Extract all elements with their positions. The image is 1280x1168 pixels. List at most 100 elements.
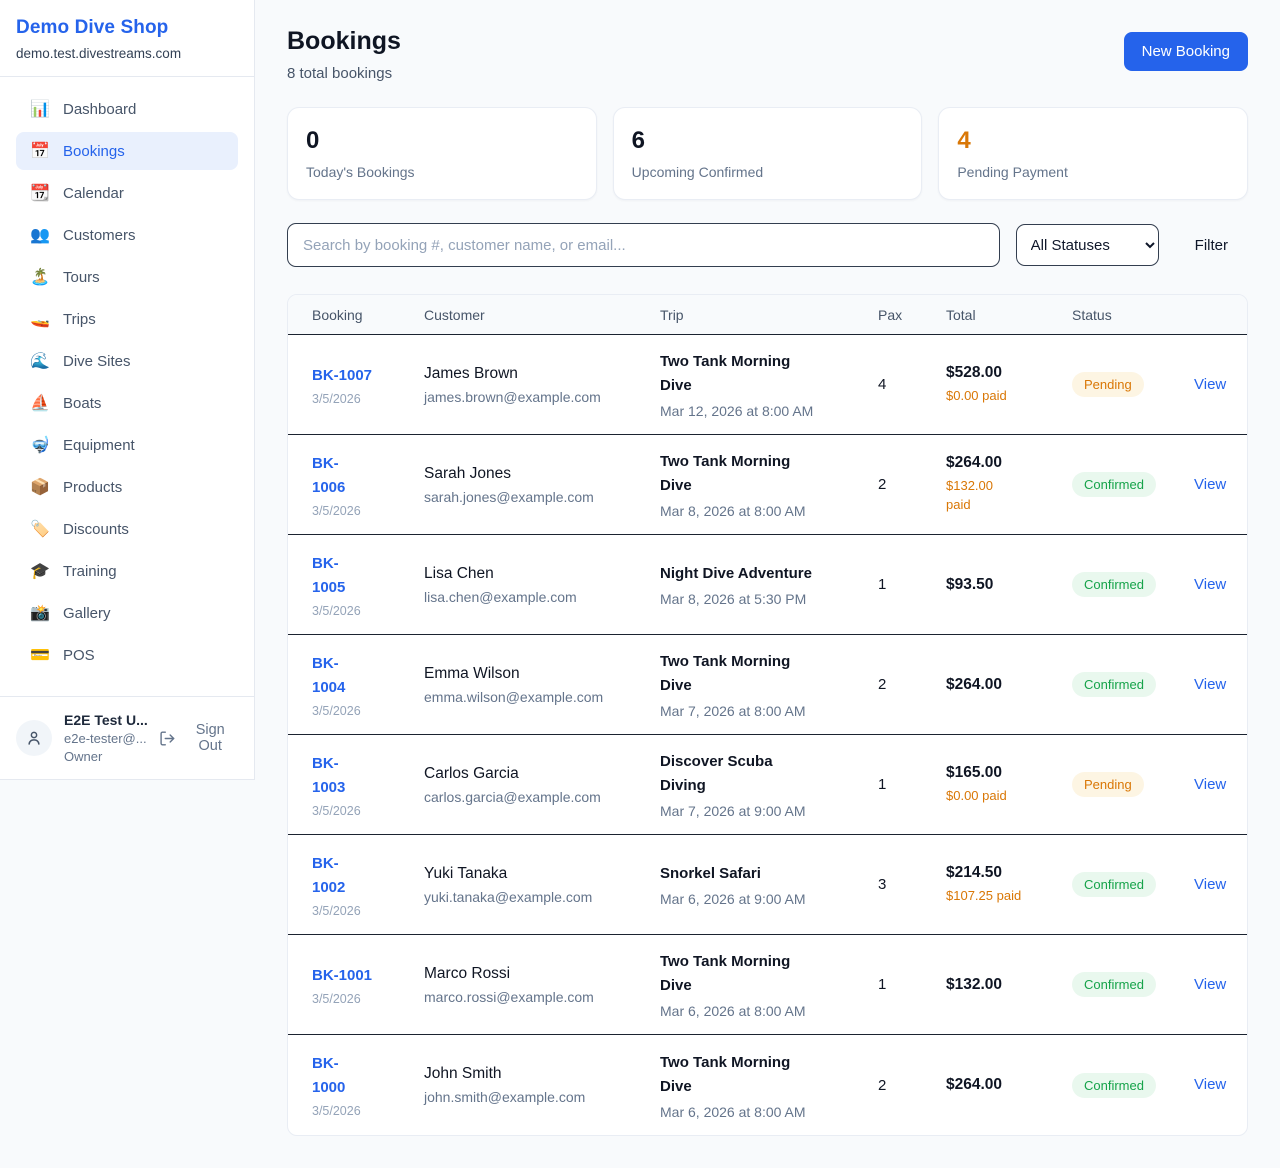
total-amount: $528.00 — [946, 364, 1072, 382]
view-link[interactable]: View — [1194, 376, 1226, 393]
status-cell: Confirmed — [1072, 572, 1194, 597]
table-row: BK- 1004 3/5/2026 Emma Wilson emma.wilso… — [288, 635, 1247, 735]
total-cell: $214.50 $107.25 paid — [946, 864, 1072, 906]
sidebar-item-training[interactable]: 🎓 Training — [16, 552, 238, 590]
filter-button[interactable]: Filter — [1175, 229, 1248, 262]
sidebar-item-dashboard[interactable]: 📊 Dashboard — [16, 90, 238, 128]
stat-value: 4 — [957, 127, 1229, 155]
sidebar-item-boats[interactable]: ⛵ Boats — [16, 384, 238, 422]
status-filter-select[interactable]: All Statuses — [1016, 224, 1159, 266]
sidebar-item-products[interactable]: 📦 Products — [16, 468, 238, 506]
pax-value: 2 — [878, 476, 946, 493]
person-icon — [25, 729, 43, 747]
sidebar-footer: E2E Test U... e2e-tester@... Owner Sign … — [0, 696, 254, 779]
actions-cell: View — [1194, 876, 1226, 894]
tag-icon: 🏷️ — [30, 519, 50, 539]
view-link[interactable]: View — [1194, 776, 1226, 793]
booking-id-link[interactable]: BK-1007 — [312, 364, 372, 388]
status-badge: Confirmed — [1072, 1073, 1156, 1098]
view-link[interactable]: View — [1194, 476, 1226, 493]
customer-name: Yuki Tanaka — [424, 865, 660, 883]
sign-out-button[interactable]: Sign Out — [159, 722, 238, 754]
booking-id-link[interactable]: BK- 1004 — [312, 652, 345, 700]
booking-date: 3/5/2026 — [312, 1104, 424, 1118]
booking-date: 3/5/2026 — [312, 804, 424, 818]
pax-value: 2 — [878, 676, 946, 693]
booking-id-link[interactable]: BK- 1000 — [312, 1052, 345, 1100]
sidebar-item-dive-sites[interactable]: 🌊 Dive Sites — [16, 342, 238, 380]
customer-email: emma.wilson@example.com — [424, 689, 660, 705]
sidebar-item-pos[interactable]: 💳 POS — [16, 636, 238, 674]
booking-id-link[interactable]: BK- 1003 — [312, 752, 345, 800]
sign-out-label: Sign Out — [182, 722, 238, 754]
sidebar-item-calendar[interactable]: 📆 Calendar — [16, 174, 238, 212]
trip-datetime: Mar 8, 2026 at 8:00 AM — [660, 503, 878, 519]
camera-flash-icon: 📸 — [30, 603, 50, 623]
sidebar-item-customers[interactable]: 👥 Customers — [16, 216, 238, 254]
sidebar-item-discounts[interactable]: 🏷️ Discounts — [16, 510, 238, 548]
user-name: E2E Test U... — [64, 712, 147, 728]
booking-id-link[interactable]: BK-1001 — [312, 964, 372, 988]
sidebar-item-label: Training — [63, 563, 117, 580]
sidebar-header: Demo Dive Shop demo.test.divestreams.com — [0, 0, 254, 77]
sidebar-item-gallery[interactable]: 📸 Gallery — [16, 594, 238, 632]
speedboat-icon: 🚤 — [30, 309, 50, 329]
sidebar-item-label: Products — [63, 479, 122, 496]
trip-name: Two Tank Morning Dive — [660, 1051, 878, 1099]
booking-id-link[interactable]: BK- 1002 — [312, 852, 345, 900]
trip-name: Discover Scuba Diving — [660, 750, 878, 798]
status-badge: Pending — [1072, 372, 1144, 397]
booking-id-link[interactable]: BK- 1005 — [312, 552, 345, 600]
table-row: BK- 1002 3/5/2026 Yuki Tanaka yuki.tanak… — [288, 835, 1247, 935]
stat-label: Upcoming Confirmed — [632, 164, 904, 180]
view-link[interactable]: View — [1194, 1076, 1226, 1093]
total-cell: $528.00 $0.00 paid — [946, 364, 1072, 406]
trip-datetime: Mar 6, 2026 at 9:00 AM — [660, 891, 878, 907]
status-cell: Confirmed — [1072, 972, 1194, 997]
sidebar-item-equipment[interactable]: 🤿 Equipment — [16, 426, 238, 464]
main-content: Bookings 8 total bookings New Booking 0 … — [255, 0, 1280, 1168]
status-badge: Pending — [1072, 772, 1144, 797]
view-link[interactable]: View — [1194, 976, 1226, 993]
trip-datetime: Mar 7, 2026 at 8:00 AM — [660, 703, 878, 719]
table-row: BK- 1005 3/5/2026 Lisa Chen lisa.chen@ex… — [288, 535, 1247, 635]
customer-name: Marco Rossi — [424, 965, 660, 983]
trip-cell: Snorkel Safari Mar 6, 2026 at 9:00 AM — [660, 862, 878, 907]
logout-icon — [159, 730, 176, 747]
sidebar-item-label: Dive Sites — [63, 353, 131, 370]
graduation-cap-icon: 🎓 — [30, 561, 50, 581]
total-amount: $264.00 — [946, 1076, 1072, 1094]
sidebar-item-tours[interactable]: 🏝️ Tours — [16, 258, 238, 296]
trip-cell: Two Tank Morning Dive Mar 7, 2026 at 8:0… — [660, 650, 878, 719]
booking-id-link[interactable]: BK- 1006 — [312, 452, 345, 500]
column-header-status: Status — [1072, 307, 1194, 323]
trip-datetime: Mar 7, 2026 at 9:00 AM — [660, 803, 878, 819]
sidebar-item-bookings[interactable]: 📅 Bookings — [16, 132, 238, 170]
column-header-booking: Booking — [312, 307, 424, 323]
pax-value: 3 — [878, 876, 946, 893]
trip-cell: Two Tank Morning Dive Mar 12, 2026 at 8:… — [660, 350, 878, 419]
stat-card: 6 Upcoming Confirmed — [613, 107, 923, 200]
customer-email: john.smith@example.com — [424, 1089, 660, 1105]
trip-cell: Two Tank Morning Dive Mar 6, 2026 at 8:0… — [660, 950, 878, 1019]
search-input[interactable] — [287, 223, 1000, 267]
customer-name: Emma Wilson — [424, 665, 660, 683]
view-link[interactable]: View — [1194, 676, 1226, 693]
table-row: BK- 1006 3/5/2026 Sarah Jones sarah.jone… — [288, 435, 1247, 535]
sidebar-nav: 📊 Dashboard 📅 Bookings 📆 Calendar 👥 Cust… — [0, 77, 254, 688]
actions-cell: View — [1194, 376, 1226, 394]
view-link[interactable]: View — [1194, 876, 1226, 893]
column-header-total: Total — [946, 307, 1072, 323]
trip-datetime: Mar 12, 2026 at 8:00 AM — [660, 403, 878, 419]
booking-date: 3/5/2026 — [312, 392, 424, 406]
view-link[interactable]: View — [1194, 576, 1226, 593]
new-booking-button[interactable]: New Booking — [1124, 32, 1248, 71]
status-cell: Confirmed — [1072, 1073, 1194, 1098]
tear-calendar-icon: 📆 — [30, 183, 50, 203]
total-amount: $93.50 — [946, 576, 1072, 594]
sidebar-item-trips[interactable]: 🚤 Trips — [16, 300, 238, 338]
actions-cell: View — [1194, 1076, 1226, 1094]
package-icon: 📦 — [30, 477, 50, 497]
trip-cell: Two Tank Morning Dive Mar 6, 2026 at 8:0… — [660, 1051, 878, 1120]
status-cell: Pending — [1072, 372, 1194, 397]
